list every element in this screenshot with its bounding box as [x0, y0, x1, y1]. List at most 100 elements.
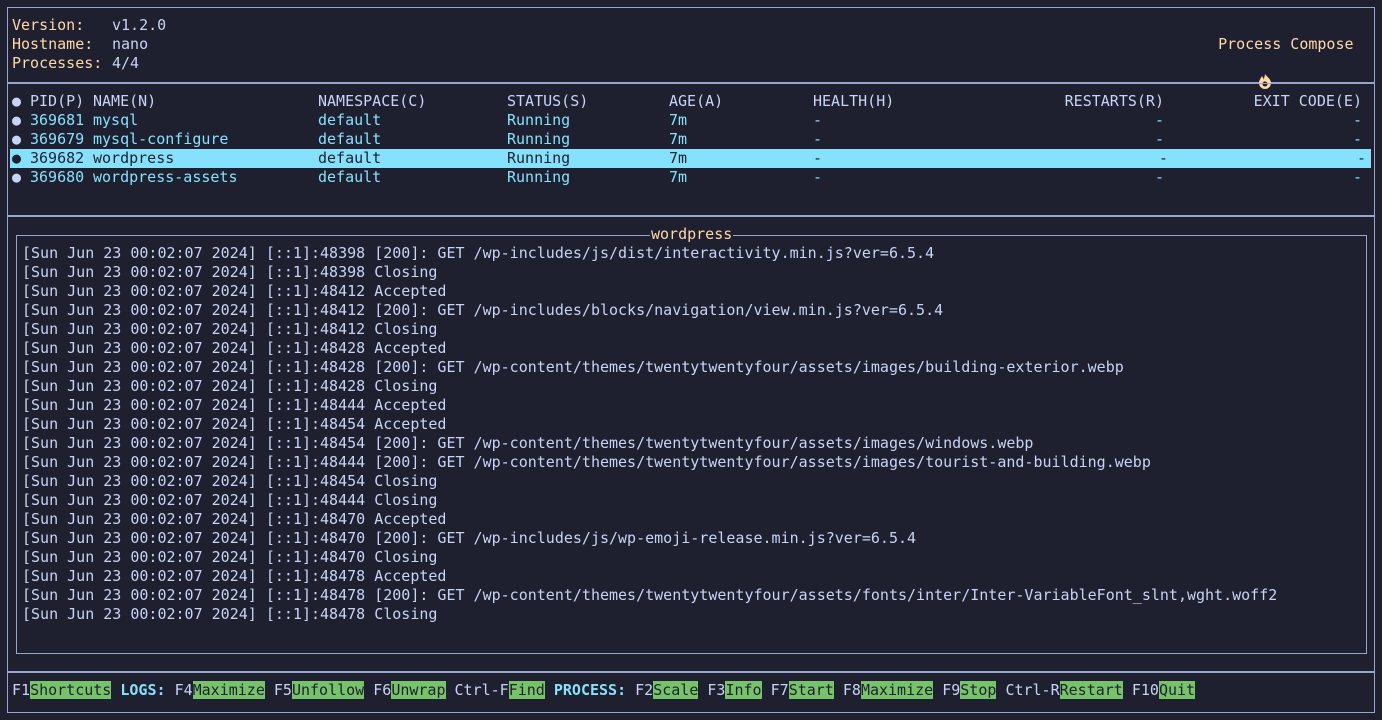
version-label: Version: — [12, 16, 85, 34]
shortcut-bar: F1Shortcuts LOGS: F4Maximize F5Unfollow … — [12, 681, 1196, 700]
f9-key: F9 — [942, 681, 961, 699]
f5-key: F5 — [273, 681, 292, 699]
cell-pid: 369682 — [30, 149, 85, 167]
log-line: [Sun Jun 23 00:02:07 2024] [::1]:48470 A… — [22, 510, 447, 528]
start-button[interactable]: Start — [788, 681, 834, 699]
f4-key: F4 — [174, 681, 193, 699]
f8-key: F8 — [842, 681, 861, 699]
cell-pid: 369679 — [30, 130, 85, 148]
cell-namespace: default — [318, 130, 382, 148]
cell-exit: - — [1356, 149, 1366, 167]
table-row[interactable]: ● 369680 wordpress-assets default Running 7m -… — [12, 168, 1370, 187]
shortcuts-button[interactable]: Shortcuts — [30, 681, 112, 699]
cell-status: Running — [507, 168, 571, 186]
cell-age: 7m — [669, 149, 688, 167]
app-title: Process Compose — [1218, 35, 1354, 53]
restart-button[interactable]: Restart — [1059, 681, 1123, 699]
hostname-value: nano — [112, 35, 149, 53]
log-line: [Sun Jun 23 00:02:07 2024] [::1]:48412 A… — [22, 282, 447, 300]
info-button[interactable]: Info — [725, 681, 762, 699]
f2-key: F2 — [635, 681, 654, 699]
log-line: [Sun Jun 23 00:02:07 2024] [::1]:48444 A… — [22, 396, 447, 414]
logs-section-label: LOGS: — [120, 681, 166, 699]
version-value: v1.2.0 — [112, 16, 167, 34]
cell-restarts: - — [1154, 168, 1164, 186]
column-header[interactable]: EXIT CODE(E) — [1254, 92, 1362, 111]
log-line: [Sun Jun 23 00:02:07 2024] [::1]:48454 [… — [22, 434, 1034, 452]
hostname-label: Hostname: — [12, 35, 94, 53]
f3-key: F3 — [707, 681, 726, 699]
column-header[interactable]: STATUS(S) — [507, 92, 588, 111]
log-line: [Sun Jun 23 00:02:07 2024] [::1]:48412 [… — [22, 301, 944, 319]
log-line: [Sun Jun 23 00:02:07 2024] [::1]:48470 [… — [22, 529, 917, 547]
unwrap-button[interactable]: Unwrap — [391, 681, 446, 699]
cell-health: - — [813, 111, 823, 129]
cell-exit: - — [1352, 168, 1362, 186]
cell-health: - — [813, 149, 823, 167]
f1-key: F1 — [12, 681, 31, 699]
flame-icon — [1222, 54, 1272, 89]
cell-exit: - — [1352, 130, 1362, 148]
f10-key: F10 — [1131, 681, 1159, 699]
cell-namespace: default — [318, 149, 382, 167]
header-bullet-icon: ● — [12, 92, 22, 110]
row-bullet-icon: ● — [12, 111, 22, 129]
f6-key: F6 — [373, 681, 392, 699]
stop-button[interactable]: Stop — [960, 681, 997, 699]
cell-namespace: default — [318, 168, 382, 186]
process-maximize-button[interactable]: Maximize — [860, 681, 934, 699]
table-header: ● PID(P) NAME(N) NAMESPACE(C) STATUS(S) AGE(A… — [12, 92, 1370, 111]
version-row: Version: v1.2.0 — [12, 16, 166, 35]
log-line: [Sun Jun 23 00:02:07 2024] [::1]:48428 C… — [22, 377, 438, 395]
processes-row: Processes: 4/4 — [12, 54, 139, 73]
ctrl-r-key: Ctrl-R — [1005, 681, 1060, 699]
scale-button[interactable]: Scale — [653, 681, 699, 699]
row-bullet-icon: ● — [12, 130, 22, 148]
row-bullet-icon: ● — [12, 149, 22, 167]
cell-namespace: default — [318, 111, 382, 129]
cell-health: - — [813, 130, 823, 148]
header-panel — [7, 7, 1375, 83]
column-header[interactable]: PID(P) — [30, 92, 84, 111]
log-line: [Sun Jun 23 00:02:07 2024] [::1]:48398 [… — [22, 244, 935, 262]
processes-label: Processes: — [12, 54, 103, 72]
log-line: [Sun Jun 23 00:02:07 2024] [::1]:48444 [… — [22, 453, 1151, 471]
column-header[interactable]: HEALTH(H) — [813, 92, 894, 111]
cell-age: 7m — [669, 168, 688, 186]
log-line: [Sun Jun 23 00:02:07 2024] [::1]:48478 [… — [22, 586, 1278, 604]
cell-pid: 369681 — [30, 111, 85, 129]
table-row[interactable]: ● 369682 wordpress default Running 7m - - - — [10, 149, 1371, 168]
find-button[interactable]: Find — [508, 681, 545, 699]
column-header[interactable]: RESTARTS(R) — [1065, 92, 1164, 111]
table-row[interactable]: ● 369681 mysql default Running 7m - - - — [12, 111, 1370, 130]
log-line: [Sun Jun 23 00:02:07 2024] [::1]:48478 A… — [22, 567, 447, 585]
column-header[interactable]: NAMESPACE(C) — [318, 92, 426, 111]
cell-restarts: - — [1158, 149, 1168, 167]
cell-name: mysql — [93, 111, 139, 129]
cell-name: wordpress — [93, 149, 175, 167]
row-bullet-icon: ● — [12, 168, 22, 186]
cell-name: mysql-configure — [93, 130, 229, 148]
table-row[interactable]: ● 369679 mysql-configure default Running 7m - -… — [12, 130, 1370, 149]
cell-age: 7m — [669, 111, 688, 129]
log-line: [Sun Jun 23 00:02:07 2024] [::1]:48444 C… — [22, 491, 438, 509]
column-header[interactable]: AGE(A) — [669, 92, 723, 111]
processes-value: 4/4 — [112, 54, 140, 72]
quit-button[interactable]: Quit — [1158, 681, 1196, 699]
log-line: [Sun Jun 23 00:02:07 2024] [::1]:48470 C… — [22, 548, 438, 566]
app-title-row: Process Compose — [1200, 16, 1354, 89]
log-line: [Sun Jun 23 00:02:07 2024] [::1]:48398 C… — [22, 263, 438, 281]
ctrl-f-key: Ctrl-F — [454, 681, 509, 699]
cell-status: Running — [507, 111, 571, 129]
cell-exit: - — [1352, 111, 1362, 129]
cell-status: Running — [507, 149, 571, 167]
log-line: [Sun Jun 23 00:02:07 2024] [::1]:48454 A… — [22, 415, 447, 433]
column-header[interactable]: NAME(N) — [93, 92, 156, 111]
hostname-row: Hostname: nano — [12, 35, 148, 54]
logs-maximize-button[interactable]: Maximize — [192, 681, 265, 699]
logs-title: wordpress — [650, 225, 734, 244]
unfollow-button[interactable]: Unfollow — [291, 681, 365, 699]
cell-status: Running — [507, 130, 571, 148]
cell-restarts: - — [1154, 130, 1164, 148]
log-line: [Sun Jun 23 00:02:07 2024] [::1]:48428 [… — [22, 358, 1124, 376]
